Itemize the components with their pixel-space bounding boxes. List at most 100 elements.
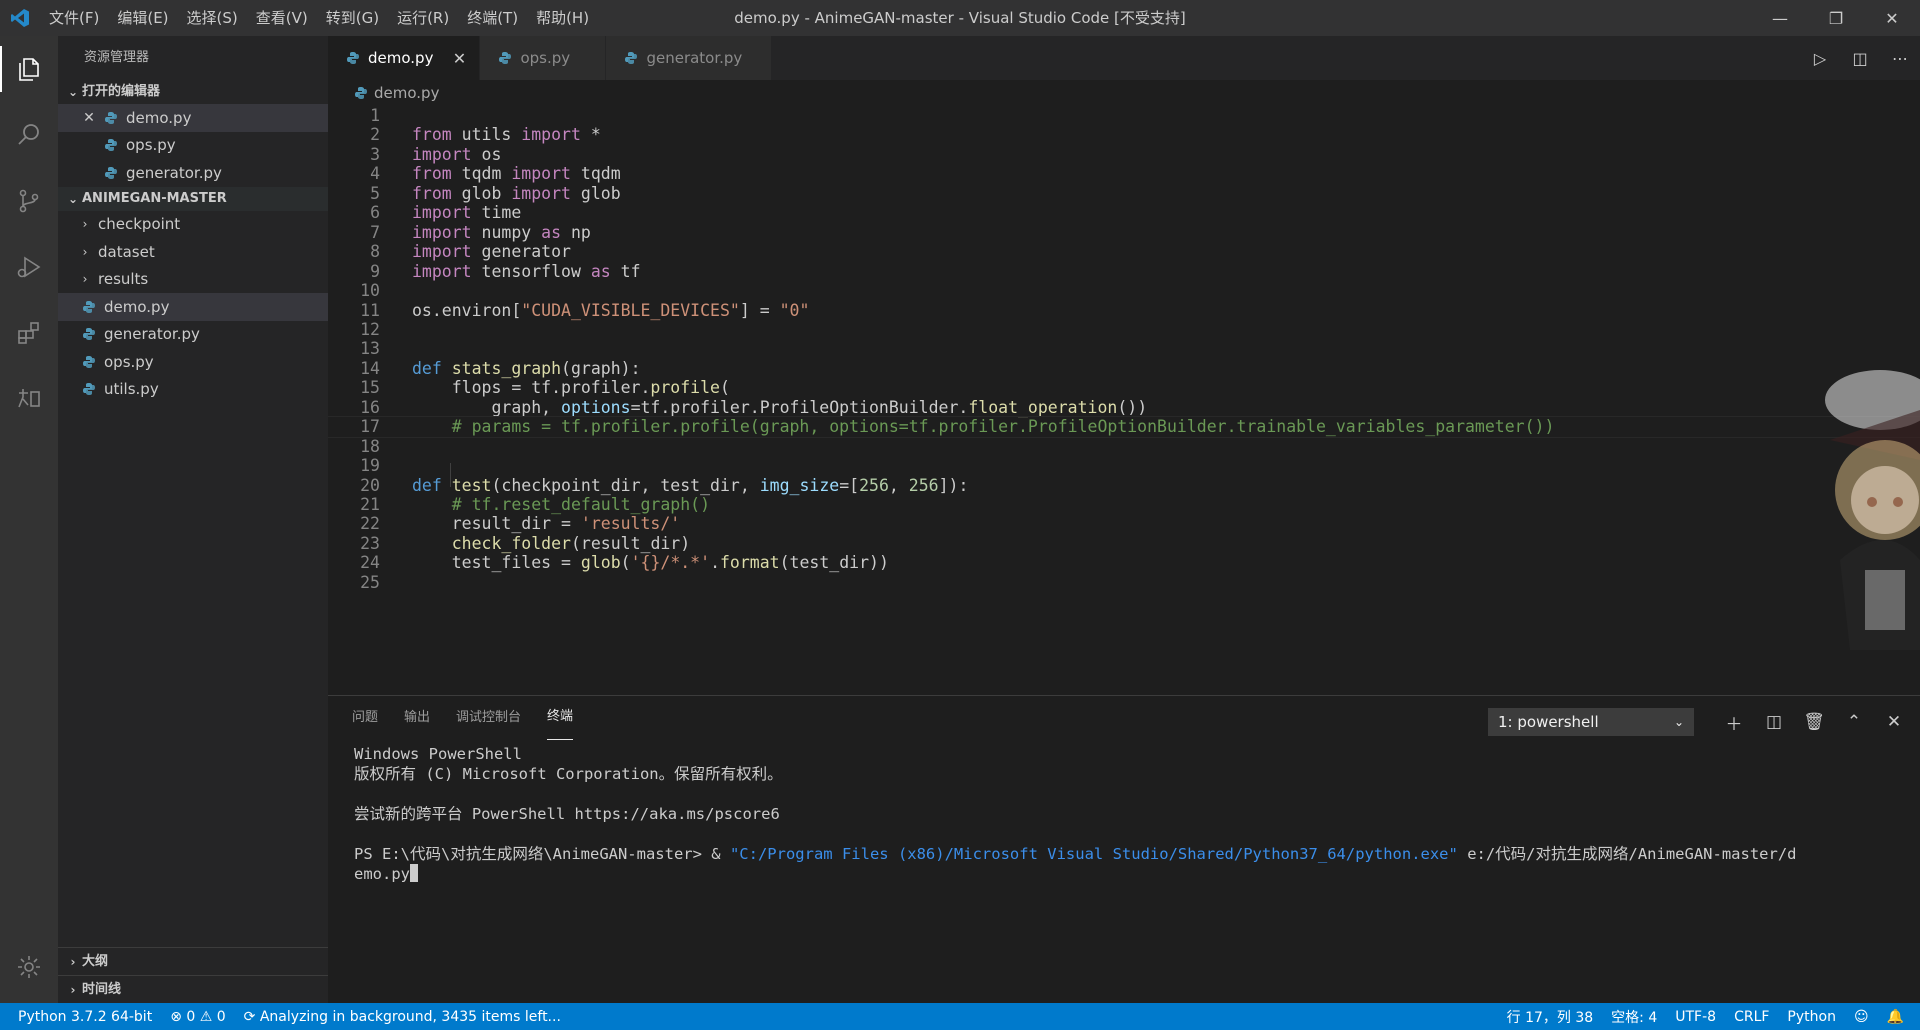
panel-tab-problems[interactable]: 问题 bbox=[352, 696, 378, 740]
menu-help[interactable]: 帮助(H) bbox=[527, 0, 598, 36]
code-text: import tensorflow as tf bbox=[412, 261, 641, 281]
tab-generator[interactable]: generator.py bbox=[606, 36, 773, 80]
encoding[interactable]: UTF-8 bbox=[1666, 1003, 1725, 1030]
line-number: 13 bbox=[360, 339, 380, 359]
new-terminal-icon[interactable]: ＋ bbox=[1714, 710, 1754, 735]
feedback-icon[interactable]: ☺ bbox=[1845, 1003, 1878, 1030]
analysis-status[interactable]: ⟳ Analyzing in background, 3435 items le… bbox=[235, 1003, 570, 1030]
split-terminal-icon[interactable]: ◫ bbox=[1754, 712, 1794, 732]
folder-label: checkpoint bbox=[98, 215, 181, 234]
panel-tab-terminal[interactable]: 终端 bbox=[547, 696, 574, 740]
code-line[interactable]: 18 bbox=[328, 437, 1920, 456]
code-line[interactable]: 3 import os bbox=[328, 145, 1920, 164]
file-utils[interactable]: utils.py bbox=[58, 376, 328, 404]
language-mode[interactable]: Python bbox=[1778, 1003, 1845, 1030]
menu-run[interactable]: 运行(R) bbox=[388, 0, 458, 36]
menu-terminal[interactable]: 终端(T) bbox=[458, 0, 527, 36]
close-icon[interactable]: ✕ bbox=[80, 110, 98, 126]
search-icon[interactable] bbox=[0, 102, 58, 168]
code-line[interactable]: 19 bbox=[328, 456, 1920, 475]
split-editor-icon[interactable]: ◫ bbox=[1840, 49, 1880, 68]
code-line[interactable]: 9 import tensorflow as tf bbox=[328, 262, 1920, 281]
folder-results[interactable]: › results bbox=[58, 266, 328, 294]
project-header[interactable]: ⌄ ANIMEGAN-MASTER bbox=[58, 186, 328, 211]
zhihu-icon[interactable] bbox=[0, 366, 58, 432]
breadcrumb[interactable]: demo.py bbox=[328, 80, 1920, 106]
activity-bar bbox=[0, 36, 58, 1003]
notifications-bell-icon[interactable]: 🔔 bbox=[1878, 1003, 1920, 1030]
code-text: import generator bbox=[412, 242, 571, 262]
code-line[interactable]: 16 graph, options=tf.profiler.ProfileOpt… bbox=[328, 398, 1920, 417]
run-debug-icon[interactable] bbox=[0, 234, 58, 300]
open-editor-item-generator[interactable]: generator.py bbox=[58, 159, 328, 187]
more-actions-icon[interactable]: ⋯ bbox=[1880, 49, 1920, 68]
settings-gear-icon[interactable] bbox=[0, 939, 58, 995]
code-line[interactable]: 11 os.environ["CUDA_VISIBLE_DEVICES"] = "… bbox=[328, 301, 1920, 320]
minimize-button[interactable]: — bbox=[1752, 0, 1808, 36]
terminal[interactable]: Windows PowerShell 版权所有 (C) Microsoft Co… bbox=[354, 744, 1914, 884]
run-file-icon[interactable]: ▷ bbox=[1800, 49, 1840, 68]
menu-go[interactable]: 转到(G) bbox=[317, 0, 388, 36]
code-line[interactable]: 10 bbox=[328, 281, 1920, 300]
code-line[interactable]: 1 bbox=[328, 106, 1920, 125]
open-editors-header[interactable]: ⌄ 打开的编辑器 bbox=[58, 80, 328, 104]
editor-tabs: demo.py ✕ ops.py generator.py ▷ ◫ ⋯ bbox=[328, 36, 1920, 80]
panel-tab-output[interactable]: 输出 bbox=[404, 696, 430, 740]
open-editor-item-demo[interactable]: ✕ demo.py bbox=[58, 104, 328, 132]
python-file-icon bbox=[624, 51, 638, 65]
menu-file[interactable]: 文件(F) bbox=[40, 0, 108, 36]
folder-checkpoint[interactable]: › checkpoint bbox=[58, 211, 328, 239]
problems-status[interactable]: ⊗ 0 ⚠ 0 bbox=[161, 1003, 234, 1030]
file-ops[interactable]: ops.py bbox=[58, 348, 328, 376]
code-line[interactable]: 6 import time bbox=[328, 203, 1920, 222]
trash-icon[interactable]: 🗑 bbox=[1794, 712, 1834, 732]
menu-view[interactable]: 查看(V) bbox=[247, 0, 317, 36]
code-line[interactable]: 8 import generator bbox=[328, 242, 1920, 261]
line-number: 23 bbox=[360, 533, 380, 553]
menu-edit[interactable]: 编辑(E) bbox=[108, 0, 177, 36]
tab-ops[interactable]: ops.py bbox=[480, 36, 607, 80]
menu-selection[interactable]: 选择(S) bbox=[178, 0, 247, 36]
timeline-header[interactable]: › 时间线 bbox=[58, 975, 328, 1003]
code-line[interactable]: 23 check_folder(result_dir) bbox=[328, 534, 1920, 553]
file-generator[interactable]: generator.py bbox=[58, 321, 328, 349]
code-line[interactable]: 7 import numpy as np bbox=[328, 223, 1920, 242]
explorer-icon[interactable] bbox=[0, 36, 58, 102]
extensions-icon[interactable] bbox=[0, 300, 58, 366]
close-panel-icon[interactable]: ✕ bbox=[1874, 712, 1914, 732]
source-control-icon[interactable] bbox=[0, 168, 58, 234]
python-interpreter[interactable]: Python 3.7.2 64-bit bbox=[0, 1003, 161, 1030]
code-line[interactable]: 15 flops = tf.profiler.profile( bbox=[328, 378, 1920, 397]
code-line[interactable]: 13 bbox=[328, 339, 1920, 358]
code-editor[interactable]: 1 2 from utils import * 3 import os 4 from tqd… bbox=[328, 106, 1920, 690]
close-tab-icon[interactable]: ✕ bbox=[451, 49, 467, 68]
code-line[interactable]: 20 def test(checkpoint_dir, test_dir, img… bbox=[328, 476, 1920, 495]
code-line[interactable]: 25 bbox=[328, 573, 1920, 592]
cursor-position[interactable]: 行 17，列 38 bbox=[1498, 1003, 1603, 1030]
terminal-arg-wrap: emo.py bbox=[354, 865, 410, 883]
file-demo[interactable]: demo.py bbox=[58, 293, 328, 321]
folder-dataset[interactable]: › dataset bbox=[58, 238, 328, 266]
code-line[interactable]: 21 # tf.reset_default_graph() bbox=[328, 495, 1920, 514]
code-line[interactable]: 24 test_files = glob('{}/*.*'.format(tes… bbox=[328, 553, 1920, 572]
close-window-button[interactable]: ✕ bbox=[1864, 0, 1920, 36]
open-editor-item-ops[interactable]: ops.py bbox=[58, 132, 328, 160]
outline-header[interactable]: › 大纲 bbox=[58, 947, 328, 975]
code-line[interactable]: 22 result_dir = 'results/' bbox=[328, 514, 1920, 533]
tab-demo[interactable]: demo.py ✕ bbox=[328, 36, 481, 80]
end-of-line[interactable]: CRLF bbox=[1725, 1003, 1778, 1030]
code-text: import numpy as np bbox=[412, 222, 591, 242]
indentation[interactable]: 空格: 4 bbox=[1602, 1003, 1666, 1030]
terminal-select[interactable]: 1: powershell ⌄ bbox=[1488, 708, 1694, 736]
code-line[interactable]: 5 from glob import glob bbox=[328, 184, 1920, 203]
restore-button[interactable]: ❐ bbox=[1808, 0, 1864, 36]
file-label: ops.py bbox=[104, 352, 154, 371]
code-line[interactable]: 17 # params = tf.profiler.profile(graph,… bbox=[328, 416, 1920, 438]
panel-tab-debug-console[interactable]: 调试控制台 bbox=[456, 696, 521, 740]
maximize-panel-icon[interactable]: ⌃ bbox=[1834, 712, 1874, 732]
code-line[interactable]: 4 from tqdm import tqdm bbox=[328, 164, 1920, 183]
code-line[interactable]: 14 def stats_graph(graph): bbox=[328, 359, 1920, 378]
code-line[interactable]: 12 bbox=[328, 320, 1920, 339]
code-line[interactable]: 2 from utils import * bbox=[328, 125, 1920, 144]
terminal-arg: e:/代码/对抗生成网络/AnimeGAN-master/d bbox=[1457, 845, 1797, 863]
